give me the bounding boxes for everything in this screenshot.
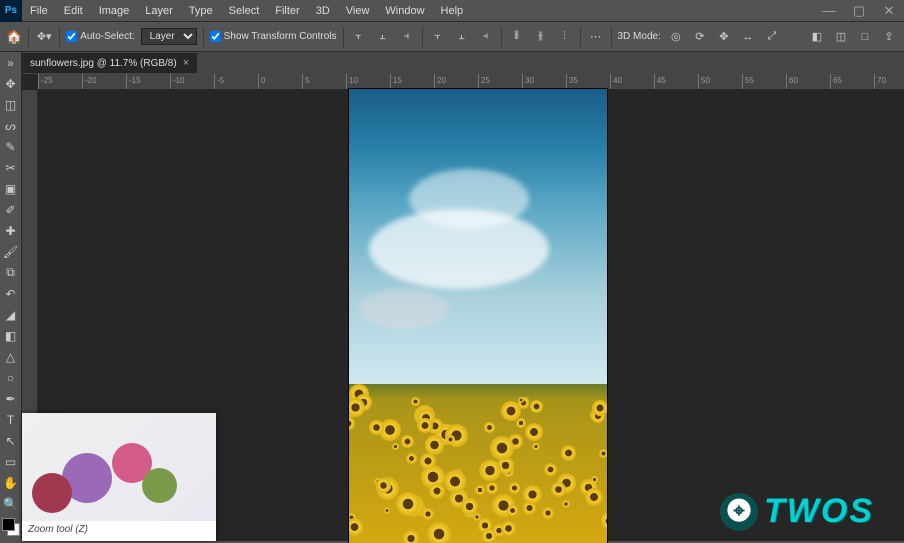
foreground-swatch[interactable]	[2, 518, 15, 531]
window-minimize[interactable]: —	[814, 3, 844, 19]
menu-edit[interactable]: Edit	[56, 5, 91, 17]
crop-tool[interactable]: ✂	[0, 157, 21, 178]
menu-file[interactable]: File	[22, 5, 56, 17]
auto-select-checkbox[interactable]: Auto-Select:	[66, 31, 134, 42]
align-bottom-icon[interactable]: ⫞	[477, 28, 495, 46]
distribute-h-icon[interactable]: ⫴	[508, 28, 526, 46]
3d-roll-icon[interactable]: ⟳	[691, 28, 709, 46]
align-left-icon[interactable]: ⫟	[350, 28, 368, 46]
menu-3d[interactable]: 3D	[308, 5, 338, 17]
share-icon[interactable]: □	[856, 28, 874, 46]
healing-brush-tool[interactable]: ✚	[0, 220, 21, 241]
align-middle-icon[interactable]: ⫠	[453, 28, 471, 46]
document-tab-bar: sunflowers.jpg @ 11.7% (RGB/8) ×	[22, 52, 904, 74]
toolbar: » ✥ ◫ ᔕ ✎ ✂ ▣ ✐ ✚ 🖌 ⧉ ↶ ◢ ◧ △ ○ ✒ T ↖ ▭ …	[0, 52, 22, 541]
menu-view[interactable]: View	[338, 5, 378, 17]
align-right-icon[interactable]: ⫞	[398, 28, 416, 46]
color-swatches[interactable]	[0, 514, 21, 540]
menu-type[interactable]: Type	[181, 5, 221, 17]
navigator-preview[interactable]: Zoom tool (Z)	[22, 413, 216, 541]
menu-window[interactable]: Window	[377, 5, 432, 17]
workspace-icon[interactable]: ◫	[832, 28, 850, 46]
quick-select-tool[interactable]: ✎	[0, 136, 21, 157]
frame-tool[interactable]: ▣	[0, 178, 21, 199]
mode-3d-label: 3D Mode:	[618, 31, 661, 42]
history-brush-tool[interactable]: ↶	[0, 283, 21, 304]
options-bar: 🏠 ✥▾ Auto-Select: Layer Show Transform C…	[0, 22, 904, 52]
window-maximize[interactable]: ▢	[844, 3, 874, 19]
blur-tool[interactable]: △	[0, 346, 21, 367]
show-transform-check[interactable]	[210, 31, 221, 42]
path-select-tool[interactable]: ↖	[0, 430, 21, 451]
show-transform-checkbox[interactable]: Show Transform Controls	[210, 31, 337, 42]
menu-help[interactable]: Help	[433, 5, 472, 17]
lasso-tool[interactable]: ᔕ	[0, 115, 21, 136]
more-align-icon[interactable]: ⋯	[587, 28, 605, 46]
3d-scale-icon[interactable]: ⤢	[763, 28, 781, 46]
move-tool-icon[interactable]: ✥▾	[35, 28, 53, 46]
document-image: document.write(Array.from({length:80}).m…	[349, 89, 607, 543]
brush-tool[interactable]: 🖌	[0, 241, 21, 262]
3d-orbit-icon[interactable]: ◎	[667, 28, 685, 46]
document-tab[interactable]: sunflowers.jpg @ 11.7% (RGB/8) ×	[22, 53, 197, 73]
auto-select-dropdown[interactable]: Layer	[141, 28, 197, 45]
auto-select-label: Auto-Select:	[80, 31, 134, 42]
auto-select-check[interactable]	[66, 31, 77, 42]
window-close[interactable]: ✕	[874, 3, 904, 19]
3d-pan-icon[interactable]: ✥	[715, 28, 733, 46]
document-tab-label: sunflowers.jpg @ 11.7% (RGB/8)	[30, 58, 177, 69]
pen-tool[interactable]: ✒	[0, 388, 21, 409]
toolbar-expand-icon[interactable]: »	[0, 52, 21, 73]
move-tool[interactable]: ✥	[0, 73, 21, 94]
gradient-tool[interactable]: ◧	[0, 325, 21, 346]
preview-image	[22, 413, 216, 521]
eyedropper-tool[interactable]: ✐	[0, 199, 21, 220]
distribute-v-icon[interactable]: ⫵	[532, 28, 550, 46]
home-icon[interactable]: 🏠	[6, 29, 22, 45]
app-icon: Ps	[0, 0, 22, 22]
3d-slide-icon[interactable]: ↔	[739, 28, 757, 46]
menu-layer[interactable]: Layer	[137, 5, 181, 17]
close-tab-icon[interactable]: ×	[183, 57, 189, 69]
preview-caption: Zoom tool (Z)	[22, 521, 216, 541]
clone-stamp-tool[interactable]: ⧉	[0, 262, 21, 283]
align-top-icon[interactable]: ⫟	[429, 28, 447, 46]
eraser-tool[interactable]: ◢	[0, 304, 21, 325]
hand-tool[interactable]: ✋	[0, 472, 21, 493]
type-tool[interactable]: T	[0, 409, 21, 430]
dodge-tool[interactable]: ○	[0, 367, 21, 388]
show-transform-label: Show Transform Controls	[224, 31, 337, 42]
menu-select[interactable]: Select	[221, 5, 268, 17]
distribute-3-icon[interactable]: ⫶	[556, 28, 574, 46]
menu-filter[interactable]: Filter	[267, 5, 307, 17]
watermark-text: TWOS	[764, 492, 874, 531]
menu-image[interactable]: Image	[91, 5, 138, 17]
zoom-tool[interactable]: 🔍	[0, 493, 21, 514]
export-icon[interactable]: ⇪	[880, 28, 898, 46]
align-center-h-icon[interactable]: ⫠	[374, 28, 392, 46]
rectangle-tool[interactable]: ▭	[0, 451, 21, 472]
watermark: ⌖ TWOS	[720, 492, 874, 531]
search-icon[interactable]: ◧	[808, 28, 826, 46]
watermark-logo-icon: ⌖	[720, 493, 758, 531]
menubar: Ps File Edit Image Layer Type Select Fil…	[0, 0, 904, 22]
marquee-tool[interactable]: ◫	[0, 94, 21, 115]
